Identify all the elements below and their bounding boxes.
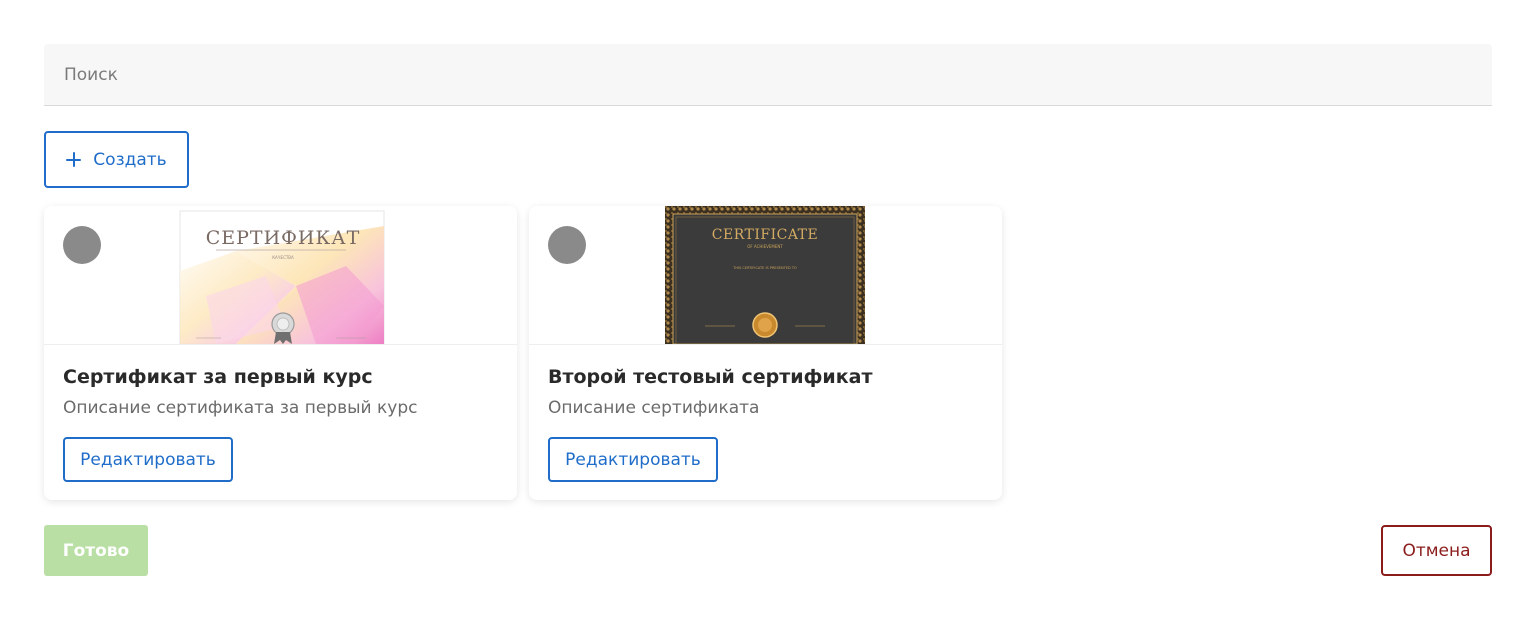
create-button[interactable]: Создать: [44, 131, 189, 188]
cancel-button[interactable]: Отмена: [1381, 525, 1492, 576]
done-button[interactable]: Готово: [44, 525, 148, 576]
select-radio[interactable]: [548, 226, 586, 264]
select-radio[interactable]: [63, 226, 101, 264]
certificate-thumbnail: СЕРТИФИКАТ КАЧЕСТВА: [176, 206, 386, 344]
card-media: CERTIFICATE OF ACHIEVEMENT THIS CERTIFIC…: [529, 206, 1002, 344]
search-input[interactable]: [44, 44, 1492, 105]
thumb-heading: СЕРТИФИКАТ: [206, 227, 361, 249]
search-bar: [44, 44, 1492, 106]
certificate-thumbnail: CERTIFICATE OF ACHIEVEMENT THIS CERTIFIC…: [665, 206, 865, 344]
card-title: Сертификат за первый курс: [63, 366, 373, 388]
thumb-body: THIS CERTIFICATE IS PRESENTED TO: [732, 266, 797, 270]
card-description: Описание сертификата за первый курс: [63, 398, 418, 418]
edit-button[interactable]: Редактировать: [63, 437, 233, 482]
certificate-card: CERTIFICATE OF ACHIEVEMENT THIS CERTIFIC…: [529, 206, 1002, 500]
thumb-heading: CERTIFICATE: [712, 227, 818, 243]
edit-button[interactable]: Редактировать: [548, 437, 718, 482]
card-title: Второй тестовый сертификат: [548, 366, 873, 388]
thumb-subheading: OF ACHIEVEMENT: [747, 244, 783, 249]
card-body: Сертификат за первый курс Описание серти…: [44, 344, 517, 500]
certificate-picker: Создать: [0, 0, 1536, 620]
card-description: Описание сертификата: [548, 398, 760, 418]
create-button-label: Создать: [93, 149, 167, 170]
plus-icon: [66, 152, 82, 167]
card-body: Второй тестовый сертификат Описание серт…: [529, 344, 1002, 500]
certificate-card: СЕРТИФИКАТ КАЧЕСТВА Сертификат за первый…: [44, 206, 517, 500]
thumb-subheading: КАЧЕСТВА: [272, 255, 294, 260]
card-media: СЕРТИФИКАТ КАЧЕСТВА: [44, 206, 517, 344]
